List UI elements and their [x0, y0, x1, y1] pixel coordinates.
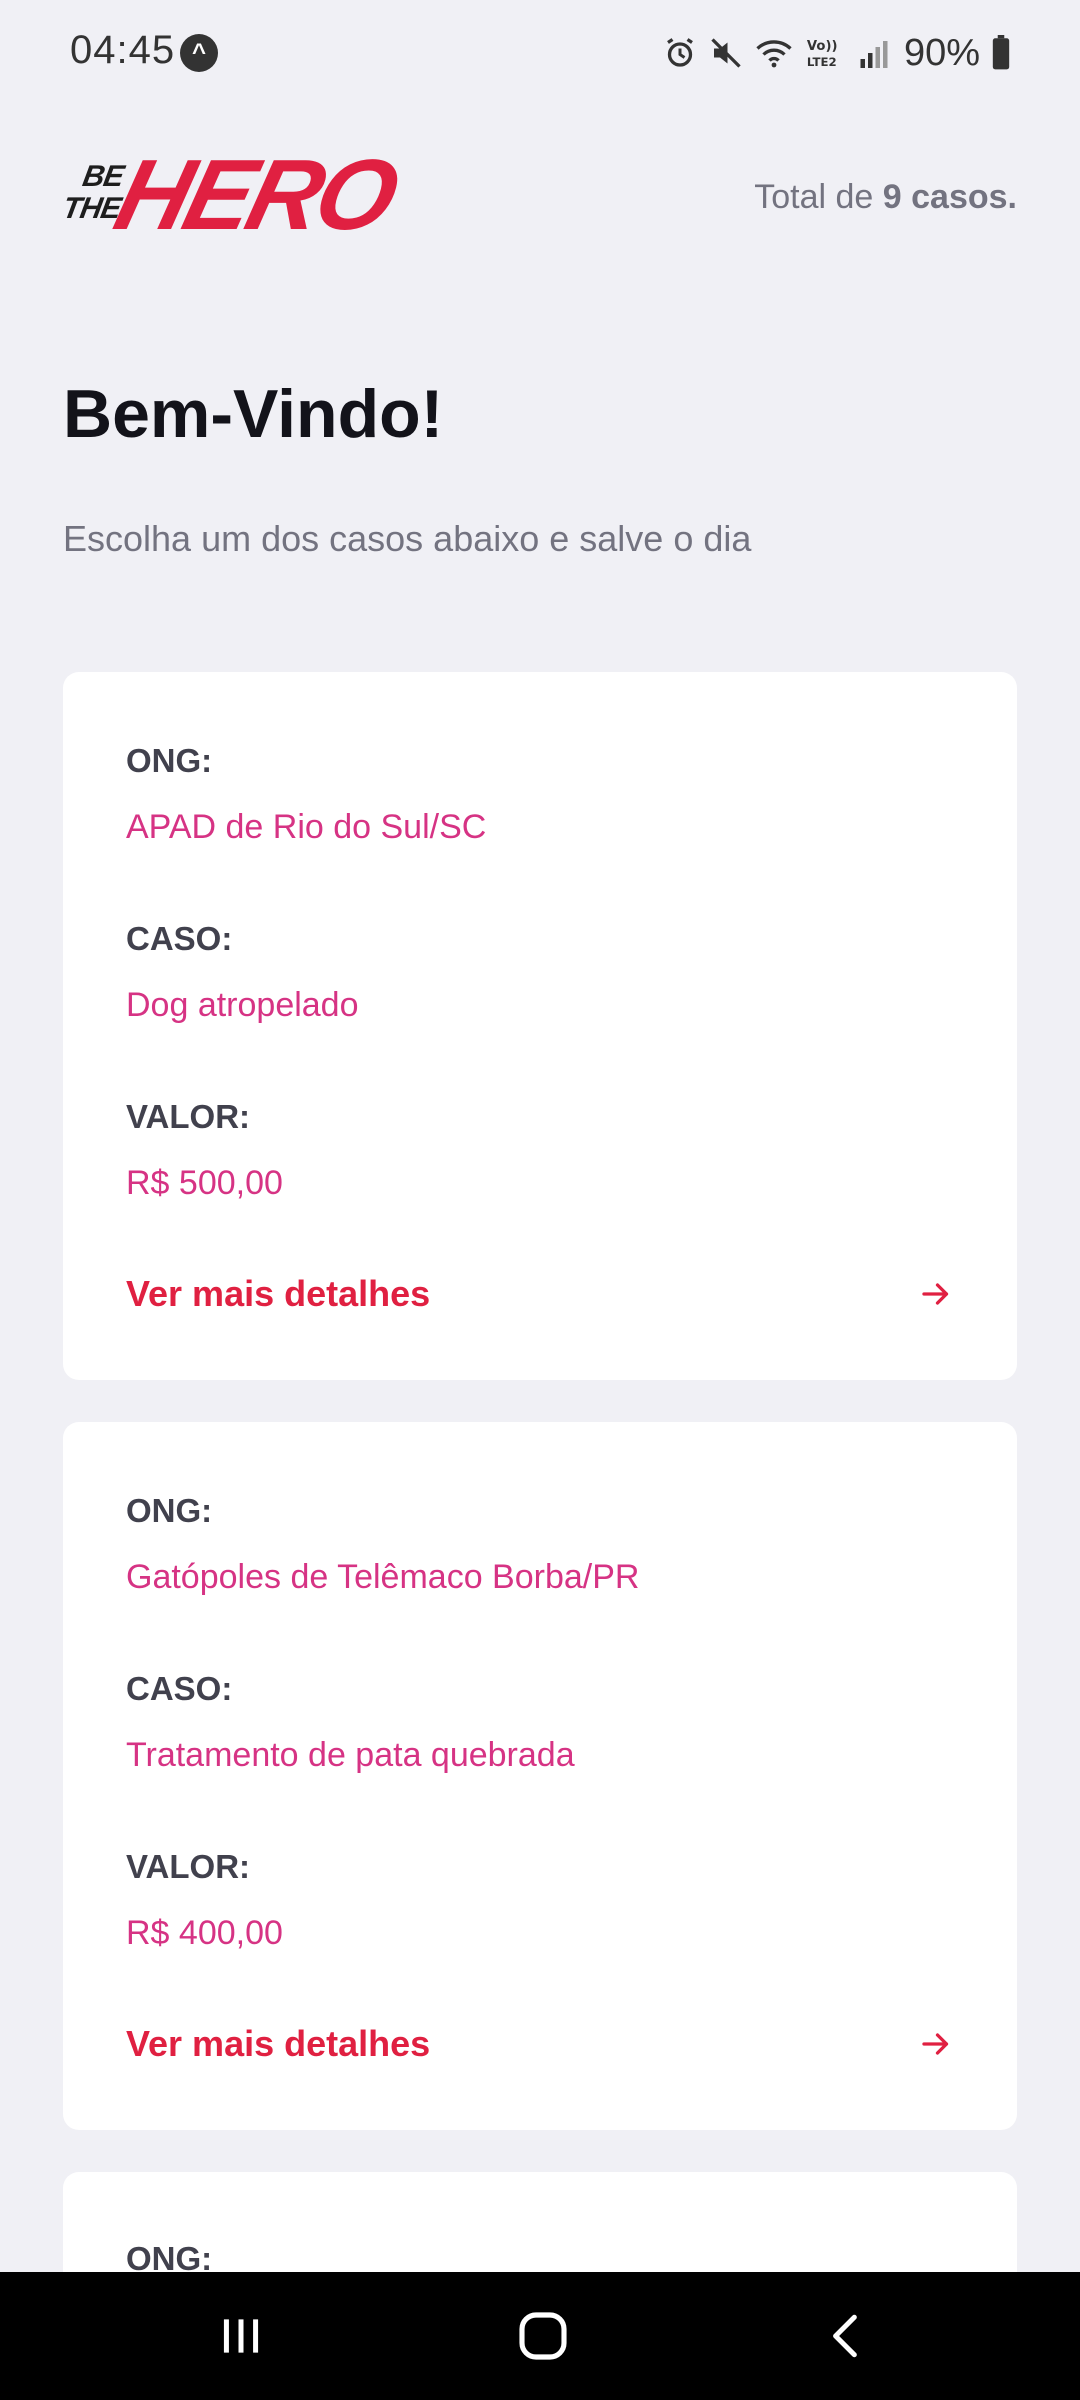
ong-value: Gatópoles de Telêmaco Borba/PR — [126, 1558, 640, 1596]
details-link-label: Ver mais detalhes — [126, 2023, 431, 2064]
ong-label: ONG: — [126, 1492, 213, 1529]
svg-text:Vo)): Vo)) — [807, 39, 838, 54]
signal-icon — [858, 35, 890, 71]
home-button[interactable] — [507, 2300, 579, 2372]
logo-hero-text: HERO — [105, 139, 406, 251]
value-amount: R$ 400,00 — [126, 1914, 283, 1952]
recent-apps-button[interactable] — [205, 2300, 277, 2372]
page-title: Bem-Vindo! — [63, 376, 444, 452]
be-the-hero-logo: BE THE HERO — [60, 139, 406, 251]
total-count: 9 casos. — [882, 178, 1017, 216]
value-label: VALOR: — [126, 1098, 251, 1135]
battery-icon — [990, 35, 1012, 71]
arrow-right-icon — [922, 2033, 949, 2055]
value-label: VALOR: — [126, 1848, 251, 1885]
ong-label: ONG: — [126, 742, 213, 779]
status-bar: 04:45 ^ Vo)) LTE2 90% — [0, 0, 1080, 106]
svg-text:LTE2: LTE2 — [807, 55, 837, 69]
page-subtitle: Escolha um dos casos abaixo e salve o di… — [63, 518, 752, 559]
ong-value: APAD de Rio do Sul/SC — [126, 808, 487, 846]
system-nav-bar — [0, 2272, 1080, 2400]
app-notification-icon: ^ — [180, 34, 218, 72]
wifi-icon — [754, 35, 794, 71]
details-link-label: Ver mais detalhes — [126, 1273, 431, 1314]
header: BE THE HERO Total de 9 casos. — [60, 139, 1017, 251]
arrow-right-icon — [922, 1283, 949, 1305]
value-amount: R$ 500,00 — [126, 1164, 283, 1202]
alarm-icon — [662, 35, 698, 71]
battery-percentage: 90% — [903, 31, 980, 74]
logo-be-text: BE — [80, 160, 126, 193]
app-screen: 04:45 ^ Vo)) LTE2 90% BE THE HERO Total … — [0, 0, 1080, 2400]
back-chevron-icon — [833, 2314, 857, 2358]
case-label: CASO: — [126, 1670, 233, 1707]
case-value: Tratamento de pata quebrada — [126, 1736, 575, 1774]
status-icons: Vo)) LTE2 90% — [662, 30, 1012, 76]
mute-icon — [708, 35, 744, 71]
total-prefix: Total de — [754, 178, 874, 216]
details-link[interactable]: Ver mais detalhes — [126, 1264, 954, 1324]
volte-icon: Vo)) LTE2 — [804, 35, 848, 71]
case-label: CASO: — [126, 920, 233, 957]
status-time: 04:45 — [70, 28, 176, 72]
case-value: Dog atropelado — [126, 986, 359, 1024]
case-card: ONG: APAD de Rio do Sul/SC CASO: Dog atr… — [63, 672, 1017, 1380]
case-card: ONG: Gatópoles de Telêmaco Borba/PR CASO… — [63, 1422, 1017, 2130]
details-link[interactable]: Ver mais detalhes — [126, 2014, 954, 2074]
recent-apps-icon — [223, 2319, 259, 2353]
back-button[interactable] — [810, 2300, 882, 2372]
total-cases-label: Total de 9 casos. — [754, 178, 1017, 217]
home-icon — [519, 2312, 567, 2360]
